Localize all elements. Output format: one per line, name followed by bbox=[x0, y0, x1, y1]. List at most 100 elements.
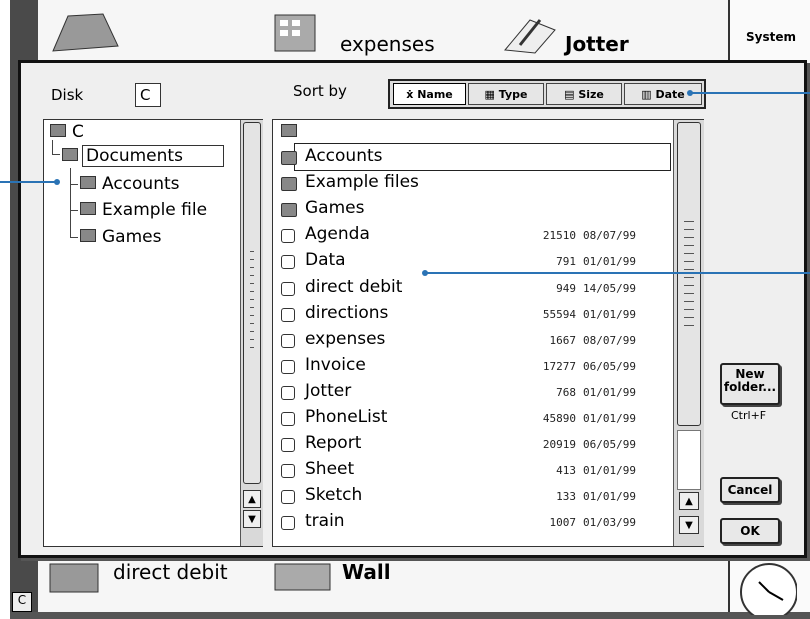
file-date: 01/01/99 bbox=[583, 307, 636, 321]
new-folder-label-line1: New bbox=[735, 367, 765, 381]
direct-debit-label[interactable]: direct debit bbox=[113, 560, 228, 584]
sort-type-button[interactable]: ▦ Type bbox=[468, 83, 544, 105]
parent-folder-icon[interactable] bbox=[281, 124, 297, 137]
document-icon bbox=[281, 438, 295, 453]
file-row[interactable]: direct debit 949 14/05/99 bbox=[281, 277, 676, 303]
tree-scroll-thumb[interactable] bbox=[243, 122, 261, 484]
file-scroll-track[interactable] bbox=[677, 430, 701, 490]
document-icon bbox=[281, 359, 295, 374]
file-scrollbar[interactable]: ▲ ▼ bbox=[673, 120, 704, 546]
callout-line-tree bbox=[0, 181, 57, 183]
ok-button[interactable]: OK bbox=[720, 518, 780, 544]
tree-line bbox=[70, 184, 78, 185]
folder-tree-pane[interactable]: C Documents Accounts Example file Games bbox=[43, 119, 263, 547]
folder-row[interactable]: Games bbox=[281, 198, 676, 224]
expenses-app-icon[interactable] bbox=[270, 10, 330, 56]
tree-item-games[interactable]: Games bbox=[80, 227, 161, 247]
tree-item-accounts[interactable]: Accounts bbox=[80, 174, 180, 194]
new-folder-label-line2: folder... bbox=[723, 380, 777, 394]
folder-row[interactable]: Accounts bbox=[281, 146, 676, 172]
cancel-button[interactable]: Cancel bbox=[720, 477, 780, 503]
folder-icon bbox=[281, 177, 297, 192]
scroll-grip bbox=[250, 275, 254, 276]
disk-label: Disk bbox=[51, 86, 84, 104]
file-scroll-up-button[interactable]: ▲ bbox=[679, 492, 699, 510]
scroll-grip bbox=[250, 331, 254, 332]
scroll-grip bbox=[684, 237, 694, 238]
file-name: Sketch bbox=[305, 485, 363, 506]
scroll-grip bbox=[684, 221, 694, 222]
jotter-app-icon[interactable] bbox=[500, 15, 560, 55]
file-size: 17277 bbox=[542, 359, 576, 373]
sort-size-button[interactable]: ▤ Size bbox=[546, 83, 622, 105]
scroll-grip bbox=[684, 325, 694, 326]
file-list-pane[interactable]: Accounts Example files Games Agenda 21510 08/… bbox=[272, 119, 704, 547]
file-row[interactable]: Sheet 413 01/01/99 bbox=[281, 459, 676, 485]
callout-dot-sort bbox=[687, 90, 693, 96]
scroll-grip bbox=[684, 245, 694, 246]
tree-line bbox=[70, 237, 78, 238]
scroll-grip bbox=[250, 299, 254, 300]
file-date: 01/01/99 bbox=[583, 464, 636, 478]
tree-root-label: C bbox=[72, 122, 84, 142]
file-row[interactable]: expenses 1667 08/07/99 bbox=[281, 329, 676, 355]
scroll-grip bbox=[684, 301, 694, 302]
folder-icon bbox=[62, 148, 78, 161]
sort-name-label: Name bbox=[417, 88, 453, 101]
file-row[interactable]: Sketch 133 01/01/99 bbox=[281, 485, 676, 511]
tree-scroll-up-button[interactable]: ▲ bbox=[243, 490, 261, 508]
callout-line-files bbox=[425, 272, 810, 274]
clock-icon[interactable] bbox=[737, 560, 798, 619]
folder-row[interactable]: Example files bbox=[281, 172, 676, 198]
expenses-label[interactable]: expenses bbox=[340, 32, 435, 56]
file-date: 08/07/99 bbox=[583, 229, 636, 243]
new-folder-button[interactable]: New folder... bbox=[720, 363, 780, 405]
direct-debit-app-icon[interactable] bbox=[45, 556, 105, 596]
file-size: 1667 bbox=[549, 333, 577, 347]
file-name: direct debit bbox=[305, 276, 403, 297]
type-icon: ▦ bbox=[484, 88, 499, 101]
tree-line bbox=[52, 154, 60, 155]
file-size: 55594 bbox=[542, 307, 576, 321]
file-row[interactable]: Jotter 768 01/01/99 bbox=[281, 381, 676, 407]
file-row[interactable]: Report 20919 06/05/99 bbox=[281, 433, 676, 459]
folder-icon bbox=[80, 202, 96, 215]
jotter-label[interactable]: Jotter bbox=[565, 32, 629, 56]
file-date: 06/05/99 bbox=[583, 438, 636, 452]
file-row[interactable]: PhoneList 45890 01/01/99 bbox=[281, 407, 676, 433]
system-panel-title: System bbox=[746, 30, 796, 44]
file-name: Jotter bbox=[305, 380, 352, 401]
tree-scrollbar[interactable]: ▲ ▼ bbox=[240, 120, 263, 546]
file-row[interactable]: Agenda 21510 08/07/99 bbox=[281, 224, 676, 250]
scroll-grip bbox=[684, 261, 694, 262]
tree-root[interactable]: C bbox=[50, 122, 84, 142]
file-scroll-thumb[interactable] bbox=[677, 122, 701, 426]
tree-item-documents[interactable]: Documents bbox=[62, 145, 224, 167]
file-size: 21510 bbox=[542, 229, 576, 243]
file-name: Sheet bbox=[305, 459, 355, 480]
callout-dot-tree bbox=[54, 179, 60, 185]
file-date: 08/07/99 bbox=[583, 333, 636, 347]
drive-c-icon[interactable]: C bbox=[12, 592, 32, 612]
file-row[interactable]: train 1007 01/03/99 bbox=[281, 511, 676, 537]
file-row[interactable]: directions 55594 01/01/99 bbox=[281, 303, 676, 329]
tree-scroll-down-button[interactable]: ▼ bbox=[243, 510, 261, 528]
desktop-bottom-bar bbox=[10, 612, 810, 619]
tree-item-example-files[interactable]: Example file bbox=[80, 200, 240, 220]
file-size: 791 bbox=[556, 255, 576, 269]
file-name: PhoneList bbox=[305, 407, 388, 427]
size-icon: ▤ bbox=[564, 88, 579, 101]
disk-select[interactable]: C bbox=[135, 83, 161, 107]
wall-label[interactable]: Wall bbox=[342, 560, 391, 584]
wall-app-icon[interactable] bbox=[270, 556, 335, 596]
file-scroll-down-button[interactable]: ▼ bbox=[679, 516, 699, 534]
file-name: Example files bbox=[305, 172, 419, 193]
scroll-grip bbox=[250, 323, 254, 324]
scroll-grip bbox=[684, 269, 694, 270]
sort-name-button[interactable]: ẋ Name bbox=[393, 83, 466, 105]
scroll-grip bbox=[250, 267, 254, 268]
folder-desktop-icon[interactable] bbox=[48, 6, 128, 56]
file-row[interactable]: Invoice 17277 06/05/99 bbox=[281, 355, 676, 381]
file-date: 06/05/99 bbox=[583, 359, 636, 373]
scroll-grip bbox=[250, 283, 254, 284]
